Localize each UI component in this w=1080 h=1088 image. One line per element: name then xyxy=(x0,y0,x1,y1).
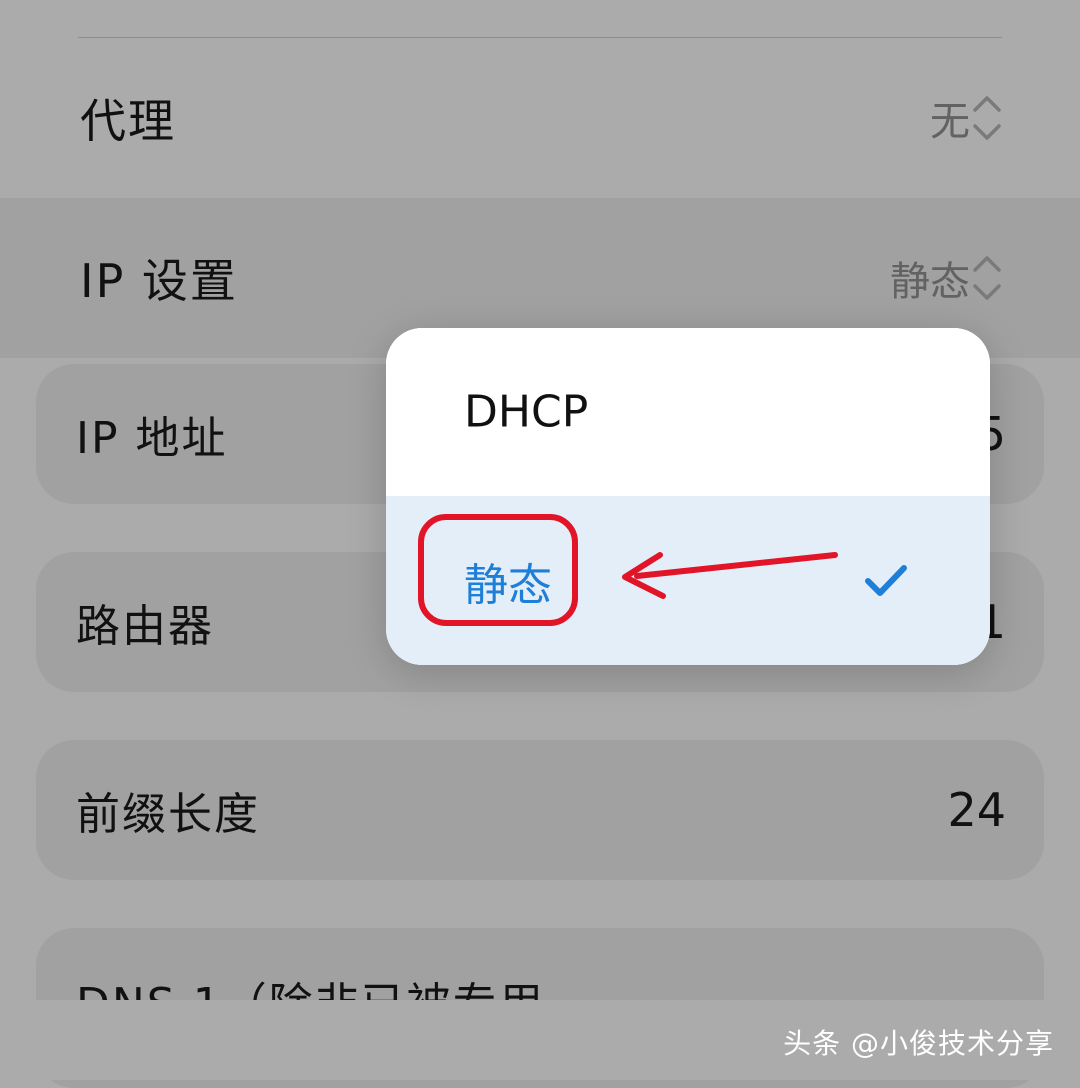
proxy-value: 无 xyxy=(930,99,970,145)
check-icon xyxy=(865,564,907,596)
watermark: 头条 @小俊技术分享 xyxy=(783,1027,1054,1060)
annotation-highlight-box xyxy=(418,514,578,626)
proxy-row[interactable]: 代理 无 xyxy=(0,38,1080,198)
router-label: 路由器 xyxy=(76,601,214,652)
updown-chevron-icon xyxy=(973,96,1001,140)
prefix-length-value: 24 xyxy=(947,783,1006,837)
prefix-length-card[interactable]: 前缀长度 24 xyxy=(36,740,1044,880)
ip-address-label: IP 地址 xyxy=(76,413,228,464)
updown-chevron-icon xyxy=(973,256,1001,300)
option-dhcp[interactable]: DHCP xyxy=(386,328,990,496)
option-dhcp-label: DHCP xyxy=(464,386,589,438)
ip-settings-value: 静态 xyxy=(890,259,970,305)
ip-settings-label: IP 设置 xyxy=(80,254,238,308)
proxy-label: 代理 xyxy=(80,94,176,148)
prefix-length-label: 前缀长度 xyxy=(76,789,260,840)
annotation-arrow-icon xyxy=(622,552,838,599)
